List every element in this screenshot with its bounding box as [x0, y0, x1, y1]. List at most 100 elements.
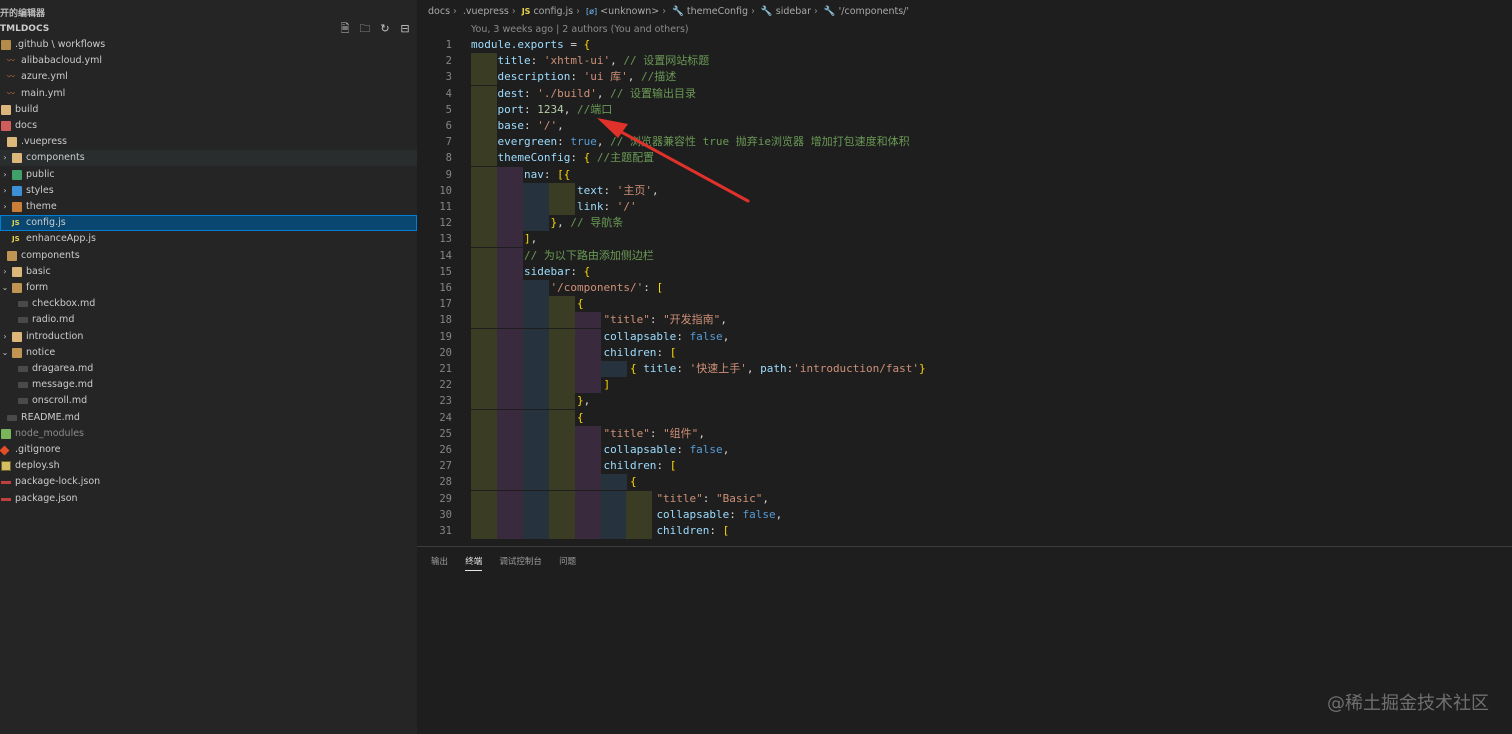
line-number: 3 — [445, 71, 452, 84]
tree-item[interactable]: message.md — [0, 377, 417, 393]
code-line[interactable]: 19 collapsable: false, — [417, 328, 1512, 345]
tab-debug-console[interactable]: 调试控制台 — [499, 555, 542, 570]
tree-item[interactable]: radio.md — [0, 312, 417, 328]
code-line[interactable]: 1 module.exports = { — [417, 37, 1512, 53]
breadcrumb-components[interactable]: '/components/' — [839, 6, 909, 17]
chevron-right-icon[interactable]: › — [1, 183, 9, 199]
code-line[interactable]: 21 { title: '快速上手', path:'introduction/f… — [417, 361, 1512, 377]
code-line[interactable]: 29 "title": "Basic", — [417, 490, 1512, 507]
tree-item-label: build — [15, 103, 39, 115]
code-line[interactable]: 3 description: 'ui 库', //描述 — [417, 69, 1512, 86]
code-line[interactable]: 16 '/components/': [ — [417, 280, 1512, 296]
tree-item-label: .gitignore — [15, 444, 61, 455]
folder-vuepress-icon — [7, 137, 17, 148]
chevron-down-icon[interactable]: ⌄ — [1, 345, 9, 361]
code-line[interactable]: 27 children: [ — [417, 458, 1512, 475]
code-line[interactable]: 12 }, // 导航条 — [417, 215, 1512, 232]
code-line[interactable]: 18 "title": "开发指南", — [417, 312, 1512, 329]
new-file-icon[interactable]: 🗎 — [338, 22, 352, 36]
tree-item[interactable]: › styles — [0, 183, 417, 199]
code-text: '/components/': [ — [550, 281, 664, 294]
breadcrumb-vuepress[interactable]: .vuepress — [463, 6, 509, 17]
chevron-right-icon[interactable]: › — [1, 264, 9, 280]
new-folder-icon[interactable]: 🗀 — [358, 22, 372, 36]
tree-item[interactable]: deploy.sh — [0, 458, 417, 474]
tree-item[interactable]: › theme — [0, 199, 417, 215]
tree-item[interactable]: package.json — [0, 491, 417, 507]
chevron-right-icon[interactable]: › — [1, 167, 9, 183]
tree-item[interactable]: › components — [0, 150, 417, 167]
code-line[interactable]: 4 dest: './build', // 设置输出目录 — [417, 85, 1512, 102]
code-line[interactable]: 20 children: [ — [417, 344, 1512, 361]
tree-item[interactable]: › public — [0, 167, 417, 183]
code-line[interactable]: 17 { — [417, 296, 1512, 313]
tab-problems[interactable]: 问题 — [559, 555, 576, 570]
tree-item[interactable]: 〰 alibabacloud.yml — [0, 53, 417, 69]
chevron-right-icon[interactable]: › — [1, 150, 9, 166]
code-line[interactable]: 13 ], — [417, 231, 1512, 248]
tab-output[interactable]: 输出 — [431, 555, 448, 570]
chevron-down-icon[interactable]: ⌄ — [1, 280, 9, 296]
tree-item[interactable]: ⌄ form — [0, 280, 417, 296]
code-line[interactable]: 10 text: '主页', — [417, 182, 1512, 199]
code-text: description: 'ui 库', //描述 — [497, 70, 677, 84]
tree-item[interactable]: README.md — [0, 410, 417, 426]
tree-item[interactable]: JS enhanceApp.js — [0, 231, 417, 247]
tree-item[interactable]: onscroll.md — [0, 393, 417, 409]
breadcrumb-unknown[interactable]: <unknown> — [600, 6, 659, 17]
breadcrumb-docs[interactable]: docs — [428, 6, 450, 17]
tree-item[interactable]: 〰 azure.yml — [0, 69, 417, 85]
tree-item[interactable]: checkbox.md — [0, 296, 417, 312]
collapse-all-icon[interactable]: ⊟ — [398, 22, 412, 36]
tree-item[interactable]: ⌄ notice — [0, 345, 417, 361]
tree-item[interactable]: JS config.js — [0, 215, 417, 232]
refresh-icon[interactable]: ↻ — [378, 22, 392, 36]
code-line[interactable]: 30 collapsable: false, — [417, 506, 1512, 523]
code-line[interactable]: 26 collapsable: false, — [417, 442, 1512, 458]
tree-item[interactable]: .gitignore — [0, 442, 417, 458]
tree-item[interactable]: .vuepress — [0, 134, 417, 150]
tree-item-label: radio.md — [32, 314, 75, 326]
tree-item-label: docs — [15, 120, 38, 131]
chevron-right-icon[interactable]: › — [1, 199, 9, 215]
tree-item[interactable]: node_modules — [0, 426, 417, 442]
workspace-section-title[interactable]: TMLDOCS — [0, 24, 49, 34]
code-line[interactable]: 25 "title": "组件", — [417, 425, 1512, 442]
tree-item[interactable]: .github \ workflows — [0, 37, 417, 53]
code-line[interactable]: 22 ] — [417, 377, 1512, 394]
tree-item[interactable]: › introduction — [0, 329, 417, 345]
code-line[interactable]: 31 children: [ — [417, 523, 1512, 539]
tree-item[interactable]: › basic — [0, 264, 417, 280]
tree-item[interactable]: package-lock.json — [0, 474, 417, 490]
code-text: { — [629, 475, 637, 489]
git-blame-codelens[interactable]: You, 3 weeks ago | 2 authors (You and ot… — [471, 24, 689, 35]
code-line[interactable]: 11 link: '/' — [417, 199, 1512, 215]
tree-item[interactable]: docs — [0, 118, 417, 134]
code-line[interactable]: 15 sidebar: { — [417, 263, 1512, 280]
wrench-icon: 🔧 — [672, 6, 684, 17]
code-line[interactable]: 7 evergreen: true, // 浏览器兼容性 true 抛弃ie浏览… — [417, 134, 1512, 151]
code-line[interactable]: 23 }, — [417, 393, 1512, 410]
tree-item[interactable]: build — [0, 102, 417, 118]
code-line[interactable]: 5 port: 1234, //端口 — [417, 101, 1512, 118]
code-editor[interactable]: docs › .vuepress › JS config.js › [ø] <unknow… — [417, 0, 1512, 546]
code-line[interactable]: 9 nav: [{ — [417, 166, 1512, 183]
breadcrumb-config-js[interactable]: config.js — [533, 6, 573, 17]
tree-item[interactable]: 〰 main.yml — [0, 86, 417, 102]
code-line[interactable]: 14 // 为以下路由添加侧边栏 — [417, 247, 1512, 264]
code-line[interactable]: 24 { — [417, 409, 1512, 426]
code-line[interactable]: 6 base: '/', — [417, 118, 1512, 134]
open-editors-title[interactable]: 开的编辑器 — [0, 6, 45, 19]
code-line[interactable]: 8 themeConfig: { //主题配置 — [417, 150, 1512, 167]
md-file-icon — [18, 398, 28, 405]
line-number: 11 — [439, 201, 452, 213]
chevron-right-icon[interactable]: › — [1, 329, 9, 345]
breadcrumb-sidebar[interactable]: sidebar — [776, 6, 811, 17]
code-text: { title: '快速上手', path:'introduction/fast… — [629, 362, 926, 375]
code-line[interactable]: 28 { — [417, 474, 1512, 491]
breadcrumb-themeconfig[interactable]: themeConfig — [687, 6, 748, 17]
tree-item[interactable]: components — [0, 248, 417, 264]
tab-terminal[interactable]: 终端 — [465, 555, 483, 571]
code-line[interactable]: 2 title: 'xhtml-ui', // 设置网站标题 — [417, 53, 1512, 70]
tree-item[interactable]: dragarea.md — [0, 361, 417, 377]
